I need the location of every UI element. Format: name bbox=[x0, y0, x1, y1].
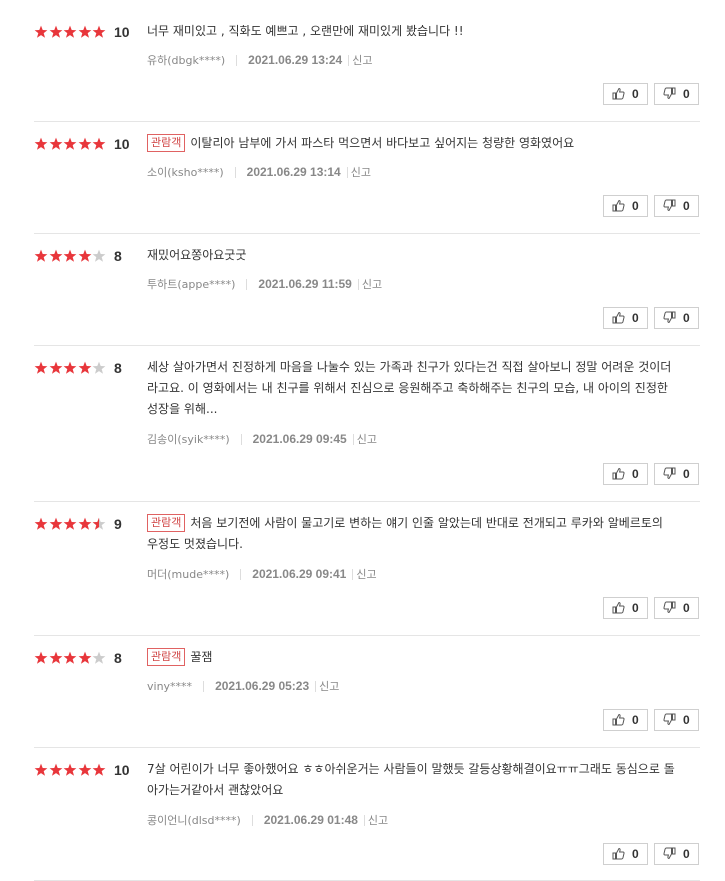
dislike-button[interactable]: 0 bbox=[654, 843, 699, 865]
dislike-count: 0 bbox=[683, 847, 690, 861]
like-button[interactable]: 0 bbox=[603, 843, 648, 865]
star-rating bbox=[34, 763, 107, 777]
divider bbox=[363, 814, 365, 826]
divider bbox=[251, 814, 253, 826]
star-icon bbox=[49, 763, 64, 777]
thumbs-down-icon bbox=[663, 845, 676, 864]
report-link[interactable]: 신고 bbox=[368, 812, 388, 828]
review-text: 7살 어린이가 너무 좋아했어요 ㅎㅎ아쉬운거는 사람들이 말했듯 갈등상황해결… bbox=[147, 762, 675, 797]
like-count: 0 bbox=[632, 847, 639, 861]
star-icon bbox=[92, 763, 107, 777]
thumbs-up-icon bbox=[612, 845, 625, 864]
review-date: 2021.06.29 01:48 bbox=[263, 813, 358, 827]
star-icon bbox=[78, 763, 93, 777]
review-item: 10 7살 어린이가 너무 좋아했어요 ㅎㅎ아쉬운거는 사람들이 말했듯 갈등상황… bbox=[34, 0, 700, 881]
rating-score: 10 bbox=[114, 762, 130, 778]
review-text-block: 7살 어린이가 너무 좋아했어요 ㅎㅎ아쉬운거는 사람들이 말했듯 갈등상황해결… bbox=[147, 759, 677, 801]
review-meta: 콩이언니(dlsd****) 2021.06.29 01:48 신고 bbox=[147, 812, 388, 828]
star-icon bbox=[34, 763, 49, 777]
star-icon bbox=[63, 763, 78, 777]
reviewer-name[interactable]: 콩이언니(dlsd****) bbox=[147, 812, 241, 828]
